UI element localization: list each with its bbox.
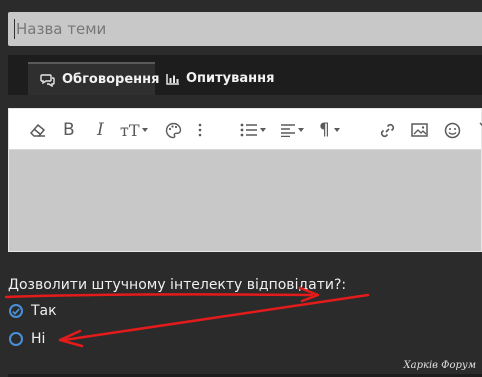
bulleted-list-button[interactable] <box>240 121 266 139</box>
title-field[interactable] <box>8 12 482 46</box>
chat-bubbles-icon <box>40 73 56 87</box>
align-icon <box>281 124 295 137</box>
paragraph-icon: ¶ <box>319 120 330 140</box>
message-editor: B I тT ¶ <box>8 108 482 252</box>
bulleted-list-icon <box>240 123 257 137</box>
text-size-button[interactable]: тT <box>120 120 148 140</box>
poll-option-yes[interactable]: Так <box>9 303 57 319</box>
poll-option-label: Так <box>31 303 57 319</box>
eraser-icon[interactable] <box>29 121 47 139</box>
poll-question: Дозволити штучному інтелекту відповідати… <box>8 277 347 293</box>
emoji-icon[interactable] <box>444 121 461 139</box>
image-icon[interactable] <box>411 121 428 139</box>
unchecked-radio-icon[interactable] <box>9 332 23 346</box>
italic-icon: I <box>97 120 104 140</box>
title-input[interactable] <box>16 20 456 38</box>
chevron-down-icon <box>298 128 304 132</box>
palette-icon[interactable] <box>165 121 182 139</box>
poll-option-no[interactable]: Ні <box>9 331 45 347</box>
poll-option-label: Ні <box>31 331 46 347</box>
more-toolbar-icon[interactable] <box>477 121 482 139</box>
chevron-down-icon <box>141 128 148 132</box>
more-vertical-icon[interactable] <box>198 121 202 139</box>
bold-icon: B <box>63 120 75 140</box>
underline-stroke <box>4 293 314 299</box>
tab-poll-label: Опитування <box>186 71 275 86</box>
chevron-down-icon <box>260 128 266 132</box>
tab-discussion[interactable]: Обговорення <box>28 62 159 95</box>
italic-button[interactable]: I <box>97 120 104 140</box>
chevron-down-icon <box>333 128 340 132</box>
bold-button[interactable]: B <box>63 120 75 140</box>
arrow-left-head <box>58 329 84 348</box>
watermark: Харків Форум <box>403 360 476 371</box>
link-icon[interactable] <box>379 121 396 139</box>
tab-discussion-label: Обговорення <box>62 72 160 87</box>
text-caret <box>14 19 15 39</box>
align-button[interactable] <box>280 121 304 139</box>
text-size-icon: тT <box>120 120 140 140</box>
arrow-to-no-stroke <box>62 293 370 342</box>
editor-toolbar: B I тT ¶ <box>9 109 482 150</box>
paragraph-button[interactable]: ¶ <box>319 120 340 140</box>
editor-tabs: Обговорення Опитування <box>8 55 482 95</box>
checked-radio-icon[interactable] <box>9 304 23 318</box>
tab-poll[interactable]: Опитування <box>166 62 274 95</box>
editor-content-area[interactable] <box>9 150 481 251</box>
bar-chart-icon <box>166 73 180 85</box>
